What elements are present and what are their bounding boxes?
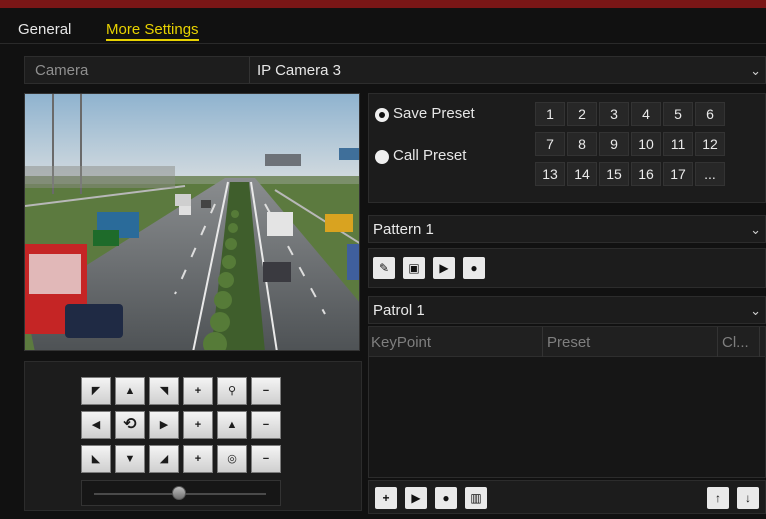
ptz-speed-slider[interactable] bbox=[81, 480, 281, 506]
pattern-select[interactable]: Pattern 1 ⌄ bbox=[368, 215, 766, 243]
call-preset-label: Call Preset bbox=[393, 147, 467, 164]
column-header-cl[interactable]: Cl... bbox=[722, 334, 749, 351]
preset-number-button[interactable]: 17 bbox=[663, 162, 693, 186]
column-header-preset[interactable]: Preset bbox=[547, 334, 590, 351]
camera-value: IP Camera 3 bbox=[257, 62, 341, 79]
preset-number-button[interactable]: 3 bbox=[599, 102, 629, 126]
divider bbox=[542, 327, 543, 357]
pan-up-icon[interactable]: ▲ bbox=[115, 377, 145, 405]
chevron-down-icon[interactable]: ⌄ bbox=[750, 63, 761, 79]
video-frame-image bbox=[25, 94, 359, 350]
chevron-down-icon[interactable]: ⌄ bbox=[750, 222, 761, 238]
pan-down-right-icon[interactable]: ◢ bbox=[149, 445, 179, 473]
preset-number-button[interactable]: 2 bbox=[567, 102, 597, 126]
preset-number-button[interactable]: 8 bbox=[567, 132, 597, 156]
stop-icon[interactable]: ● bbox=[435, 487, 457, 509]
zoom-out-icon[interactable]: − bbox=[251, 377, 281, 405]
iris-open-icon[interactable]: + bbox=[183, 445, 213, 473]
auto-scan-icon[interactable]: ⟲ bbox=[115, 411, 145, 439]
play-icon[interactable]: ▶ bbox=[433, 257, 455, 279]
pan-down-left-icon[interactable]: ◣ bbox=[81, 445, 111, 473]
camera-select[interactable]: Camera IP Camera 3 ⌄ bbox=[24, 56, 766, 84]
focus-far-icon[interactable]: − bbox=[251, 411, 281, 439]
pan-down-icon[interactable]: ▼ bbox=[115, 445, 145, 473]
patrol-keypoint-table: KeyPoint Preset Cl... bbox=[368, 326, 766, 478]
preset-number-button[interactable]: 7 bbox=[535, 132, 565, 156]
iris-close-icon[interactable]: − bbox=[251, 445, 281, 473]
zoom-in-icon[interactable]: + bbox=[183, 377, 213, 405]
preset-more-button[interactable]: ... bbox=[695, 162, 725, 186]
ptz-button-grid: ◤ ▲ ◥ + ⚲ − ◀ ⟲ ▶ + ▲ − ◣ ▼ ◢ + ◎ − bbox=[81, 377, 281, 473]
zoom-magnifier-icon[interactable]: ⚲ bbox=[217, 377, 247, 405]
preset-number-button[interactable]: 6 bbox=[695, 102, 725, 126]
preset-number-button[interactable]: 13 bbox=[535, 162, 565, 186]
tab-more-settings[interactable]: More Settings bbox=[106, 21, 199, 41]
arrow-up-icon[interactable]: ↑ bbox=[707, 487, 729, 509]
save-preset-radio[interactable] bbox=[375, 108, 389, 122]
preset-number-button[interactable]: 11 bbox=[663, 132, 693, 156]
patrol-value: Patrol 1 bbox=[373, 302, 425, 319]
save-icon[interactable]: ▣ bbox=[403, 257, 425, 279]
patrol-select[interactable]: Patrol 1 ⌄ bbox=[368, 296, 766, 324]
pan-up-left-icon[interactable]: ◤ bbox=[81, 377, 111, 405]
table-header: KeyPoint Preset Cl... bbox=[369, 327, 765, 357]
chevron-down-icon[interactable]: ⌄ bbox=[750, 303, 761, 319]
pattern-value: Pattern 1 bbox=[373, 221, 434, 238]
divider bbox=[759, 327, 760, 357]
tab-general[interactable]: General bbox=[18, 21, 71, 38]
column-header-keypoint[interactable]: KeyPoint bbox=[371, 334, 431, 351]
pan-right-icon[interactable]: ▶ bbox=[149, 411, 179, 439]
preset-panel: Save Preset Call Preset 1 2 3 4 5 6 7 8 … bbox=[368, 93, 766, 203]
patrol-toolbar: + ▶ ● ▥ ↑ ↓ bbox=[368, 480, 766, 514]
call-preset-radio[interactable] bbox=[375, 150, 389, 164]
slider-handle[interactable] bbox=[172, 486, 186, 500]
preset-number-button[interactable]: 14 bbox=[567, 162, 597, 186]
preset-number-button[interactable]: 5 bbox=[663, 102, 693, 126]
divider bbox=[717, 327, 718, 357]
stop-icon[interactable]: ● bbox=[463, 257, 485, 279]
camera-label: Camera bbox=[35, 62, 89, 79]
ptz-control-panel: ◤ ▲ ◥ + ⚲ − ◀ ⟲ ▶ + ▲ − ◣ ▼ ◢ + ◎ − bbox=[24, 361, 362, 511]
save-preset-label: Save Preset bbox=[393, 105, 475, 122]
pan-up-right-icon[interactable]: ◥ bbox=[149, 377, 179, 405]
play-icon[interactable]: ▶ bbox=[405, 487, 427, 509]
pencil-icon[interactable]: ✎ bbox=[373, 257, 395, 279]
preset-number-button[interactable]: 10 bbox=[631, 132, 661, 156]
trash-icon[interactable]: ▥ bbox=[465, 487, 487, 509]
tab-bar: General More Settings bbox=[0, 8, 766, 44]
pattern-toolbar: ✎ ▣ ▶ ● bbox=[368, 248, 766, 288]
focus-mountain-icon[interactable]: ▲ bbox=[217, 411, 247, 439]
live-video-preview bbox=[24, 93, 360, 351]
preset-number-button[interactable]: 15 bbox=[599, 162, 629, 186]
pan-left-icon[interactable]: ◀ bbox=[81, 411, 111, 439]
focus-near-icon[interactable]: + bbox=[183, 411, 213, 439]
iris-icon[interactable]: ◎ bbox=[217, 445, 247, 473]
arrow-down-icon[interactable]: ↓ bbox=[737, 487, 759, 509]
add-icon[interactable]: + bbox=[375, 487, 397, 509]
divider bbox=[249, 57, 250, 83]
preset-number-button[interactable]: 12 bbox=[695, 132, 725, 156]
preset-number-button[interactable]: 4 bbox=[631, 102, 661, 126]
title-bar-strip bbox=[0, 0, 766, 8]
preset-number-button[interactable]: 16 bbox=[631, 162, 661, 186]
preset-number-button[interactable]: 9 bbox=[599, 132, 629, 156]
preset-number-button[interactable]: 1 bbox=[535, 102, 565, 126]
